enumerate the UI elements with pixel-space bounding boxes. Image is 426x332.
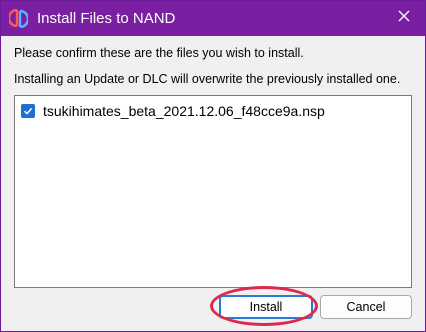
list-item[interactable]: tsukihimates_beta_2021.12.06_f48cce9a.ns… [21, 102, 325, 120]
yuzu-app-icon [7, 8, 30, 29]
file-list[interactable]: tsukihimates_beta_2021.12.06_f48cce9a.ns… [14, 95, 412, 288]
window-title: Install Files to NAND [37, 10, 176, 27]
close-button[interactable] [391, 6, 417, 30]
cancel-button[interactable]: Cancel [320, 295, 412, 319]
install-dialog-window: Install Files to NAND Please confirm the… [0, 0, 426, 332]
checkmark-icon [23, 107, 33, 115]
confirm-message: Please confirm these are the files you w… [14, 46, 304, 60]
dialog-content: Please confirm these are the files you w… [1, 36, 425, 331]
file-checkbox[interactable] [21, 104, 35, 118]
file-name: tsukihimates_beta_2021.12.06_f48cce9a.ns… [43, 103, 325, 119]
close-icon [398, 9, 410, 27]
title-bar[interactable]: Install Files to NAND [1, 1, 425, 36]
install-button[interactable]: Install [219, 295, 313, 319]
overwrite-warning: Installing an Update or DLC will overwri… [14, 72, 401, 86]
